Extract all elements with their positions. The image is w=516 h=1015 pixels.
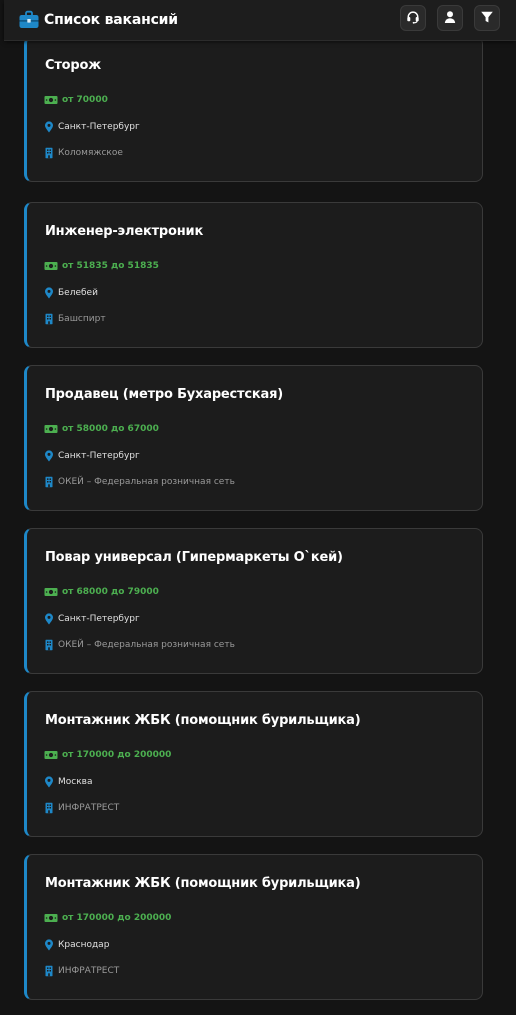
filter-button[interactable] bbox=[474, 5, 500, 31]
company-row: ИНФРАТРЕСТ bbox=[44, 965, 119, 977]
company-row: ОКЕЙ – Федеральная розничная сеть bbox=[44, 476, 235, 488]
salary-text: от 170000 до 200000 bbox=[62, 913, 172, 923]
salary-row: от 170000 до 200000 bbox=[44, 913, 171, 923]
salary-text: от 70000 bbox=[62, 95, 108, 105]
company-text: Коломяжское bbox=[58, 148, 123, 158]
company-row: Башспирт bbox=[44, 313, 106, 325]
city-text: Санкт-Петербург bbox=[58, 122, 140, 132]
city-row: Санкт-Петербург bbox=[44, 450, 140, 462]
money-icon bbox=[44, 913, 58, 923]
vacancy-title: Монтажник ЖБК (помощник бурильщика) bbox=[45, 713, 361, 728]
money-icon bbox=[44, 750, 58, 760]
city-text: Краснодар bbox=[58, 940, 110, 950]
company-text: Башспирт bbox=[58, 314, 106, 324]
money-icon bbox=[44, 261, 58, 271]
salary-row: от 70000 bbox=[44, 95, 108, 105]
salary-row: от 58000 до 67000 bbox=[44, 424, 159, 434]
building-icon bbox=[44, 639, 54, 651]
app: Список вакансий Сторож от 70000 Санкт-Пе… bbox=[0, 0, 516, 1015]
company-text: ИНФРАТРЕСТ bbox=[58, 966, 120, 976]
company-row: ОКЕЙ – Федеральная розничная сеть bbox=[44, 639, 235, 651]
city-text: Санкт-Петербург bbox=[58, 614, 140, 624]
building-icon bbox=[44, 147, 54, 159]
vacancy-title: Повар универсал (Гипермаркеты О`кей) bbox=[45, 550, 343, 565]
city-text: Белебей bbox=[58, 288, 98, 298]
top-bar: Список вакансий bbox=[4, 0, 516, 41]
location-pin-icon bbox=[44, 776, 54, 788]
page-title: Список вакансий bbox=[44, 12, 178, 28]
profile-button[interactable] bbox=[437, 5, 463, 31]
support-button[interactable] bbox=[400, 5, 426, 31]
salary-row: от 68000 до 79000 bbox=[44, 587, 159, 597]
money-icon bbox=[44, 424, 58, 434]
company-text: ОКЕЙ – Федеральная розничная сеть bbox=[58, 477, 235, 487]
building-icon bbox=[44, 476, 54, 488]
city-row: Белебей bbox=[44, 287, 98, 299]
location-pin-icon bbox=[44, 939, 54, 951]
vacancy-card[interactable]: Инженер-электроник от 51835 до 51835 Бел… bbox=[24, 202, 483, 348]
location-pin-icon bbox=[44, 287, 54, 299]
city-row: Санкт-Петербург bbox=[44, 121, 140, 133]
city-text: Москва bbox=[58, 777, 93, 787]
location-pin-icon bbox=[44, 121, 54, 133]
vacancy-card[interactable]: Сторож от 70000 Санкт-Петербург Коломяжс… bbox=[24, 36, 483, 182]
vacancy-title: Монтажник ЖБК (помощник бурильщика) bbox=[45, 876, 361, 891]
headset-icon bbox=[406, 9, 420, 28]
salary-text: от 170000 до 200000 bbox=[62, 750, 172, 760]
location-pin-icon bbox=[44, 613, 54, 625]
building-icon bbox=[44, 965, 54, 977]
building-icon bbox=[44, 802, 54, 814]
salary-row: от 170000 до 200000 bbox=[44, 750, 171, 760]
city-text: Санкт-Петербург bbox=[58, 451, 140, 461]
salary-text: от 58000 до 67000 bbox=[62, 424, 159, 434]
city-row: Москва bbox=[44, 776, 92, 788]
company-text: ИНФРАТРЕСТ bbox=[58, 803, 120, 813]
vacancy-card[interactable]: Продавец (метро Бухарестская) от 58000 д… bbox=[24, 365, 483, 511]
filter-icon bbox=[480, 9, 494, 28]
salary-text: от 68000 до 79000 bbox=[62, 587, 159, 597]
header-actions bbox=[389, 5, 500, 31]
vacancy-title: Сторож bbox=[45, 58, 101, 73]
vacancy-card[interactable]: Монтажник ЖБК (помощник бурильщика) от 1… bbox=[24, 691, 483, 837]
company-row: Коломяжское bbox=[44, 147, 123, 159]
city-row: Краснодар bbox=[44, 939, 109, 951]
page-title-group: Список вакансий bbox=[18, 10, 178, 30]
location-pin-icon bbox=[44, 450, 54, 462]
vacancy-card[interactable]: Монтажник ЖБК (помощник бурильщика) от 1… bbox=[24, 854, 483, 1000]
salary-text: от 51835 до 51835 bbox=[62, 261, 159, 271]
vacancy-card[interactable]: Повар универсал (Гипермаркеты О`кей) от … bbox=[24, 528, 483, 674]
city-row: Санкт-Петербург bbox=[44, 613, 140, 625]
money-icon bbox=[44, 95, 58, 105]
company-row: ИНФРАТРЕСТ bbox=[44, 802, 119, 814]
briefcase-icon bbox=[18, 10, 40, 30]
building-icon bbox=[44, 313, 54, 325]
vacancy-title: Инженер-электроник bbox=[45, 224, 204, 239]
user-icon bbox=[443, 9, 457, 28]
company-text: ОКЕЙ – Федеральная розничная сеть bbox=[58, 640, 235, 650]
salary-row: от 51835 до 51835 bbox=[44, 261, 159, 271]
vacancy-title: Продавец (метро Бухарестская) bbox=[45, 387, 283, 402]
money-icon bbox=[44, 587, 58, 597]
